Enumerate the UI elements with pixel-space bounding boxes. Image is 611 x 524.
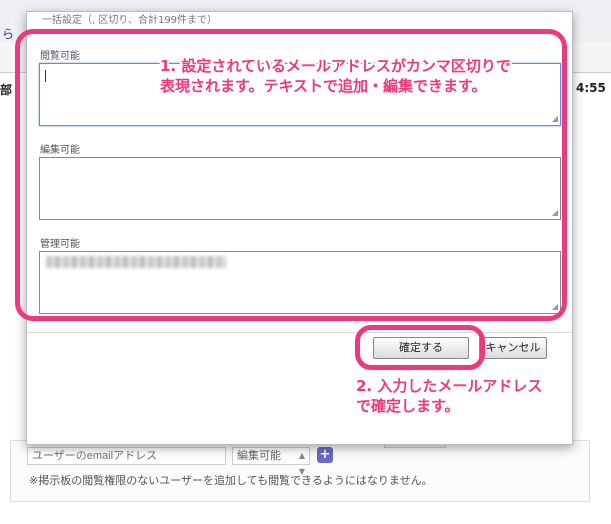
permission-note: ※掲示板の閲覧権限のないユーザーを追加しても閲覧できるようにはなりません。 [29,474,433,487]
highlight-confirm-button [355,325,485,370]
callout-1-line2: 表現されます。テキストで追加・編集できます。 [160,77,487,95]
permission-select[interactable]: 編集可能 ▲ ▼ [232,447,310,476]
cancel-button[interactable]: キャンセル [479,337,547,359]
dialog-header-text: 一括設定（, 区切り、合計199件まで） [42,15,218,26]
permission-select-value: 編集可能 [237,449,281,462]
callout-2-line2: で確定します。 [356,397,460,415]
dialog-divider [27,332,572,333]
callout-1: 1. 設定されているメールアドレスがカンマ区切りで 表現されます。テキストで追加… [160,56,511,96]
callout-2: 2. 入力したメールアドレス で確定します。 [356,376,542,416]
background-heading-fragment: 部 [0,83,13,97]
callout-2-line1: 2. 入力したメールアドレス [356,377,543,395]
email-input[interactable] [27,447,226,465]
background-time-fragment: 4:55 [576,81,606,95]
callout-1-line1: 1. 設定されているメールアドレスがカンマ区切りで [160,57,511,75]
add-member-button[interactable]: + [317,447,333,463]
background-link-fragment[interactable]: ら [2,25,14,42]
